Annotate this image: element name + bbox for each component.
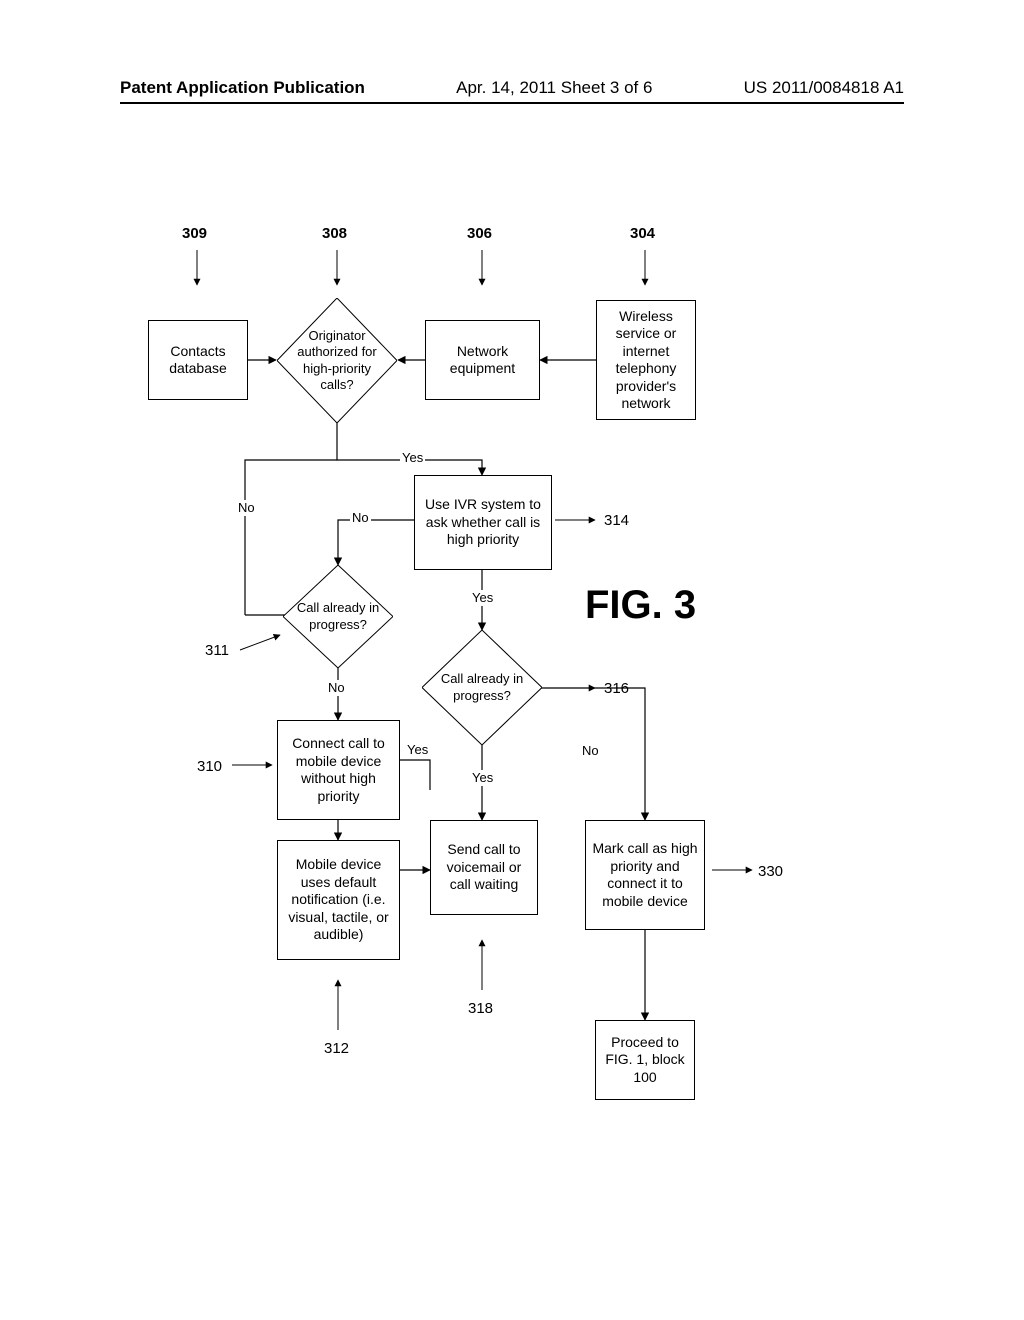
ref-310: 310 [197, 758, 222, 777]
ref-318: 318 [468, 1000, 493, 1019]
figure-title: FIG. 3 [585, 580, 696, 630]
edge-no-311: No [326, 680, 347, 696]
ref-311: 311 [205, 642, 229, 661]
node-ivr: Use IVR system to ask whether call is hi… [414, 475, 552, 570]
node-text: Call already in progress? [422, 671, 542, 704]
node-text: Mark call as high priority and connect i… [591, 840, 699, 910]
node-wireless-provider: Wireless service or internet telephony p… [596, 300, 696, 420]
header-doc-number: US 2011/0084818 A1 [744, 78, 904, 98]
node-text: Mobile device uses default notification … [283, 856, 394, 944]
header-rule [120, 102, 904, 104]
edge-yes-to-ivr: Yes [400, 450, 425, 466]
node-text: Originator authorized for high-priority … [277, 328, 397, 393]
ref-330: 330 [758, 863, 783, 882]
edge-yes-ivr: Yes [470, 590, 495, 606]
ref-308: 308 [322, 225, 347, 244]
node-originator-decision: Originator authorized for high-priority … [277, 298, 397, 423]
ref-306: 306 [467, 225, 492, 244]
header-date-sheet: Apr. 14, 2011 Sheet 3 of 6 [456, 78, 652, 98]
node-connect-no-high: Connect call to mobile device without hi… [277, 720, 400, 820]
node-text: Use IVR system to ask whether call is hi… [420, 496, 546, 549]
node-text: Connect call to mobile device without hi… [283, 735, 394, 805]
page: Patent Application Publication Apr. 14, … [0, 0, 1024, 1320]
edge-yes-connect: Yes [405, 742, 430, 758]
node-network-equipment: Network equipment [425, 320, 540, 400]
node-text: Network equipment [431, 343, 534, 378]
node-call-in-progress-316: Call already in progress? [422, 630, 542, 745]
node-mark-high-priority: Mark call as high priority and connect i… [585, 820, 705, 930]
edge-no-ivr: No [350, 510, 371, 526]
node-text: Call already in progress? [283, 600, 393, 633]
flowchart: 309 308 306 304 Contacts database Origin… [0, 170, 1024, 1270]
node-text: Contacts database [154, 343, 242, 378]
edge-no-left: No [236, 500, 257, 516]
edge-no-316: No [580, 743, 601, 759]
node-default-notif: Mobile device uses default notification … [277, 840, 400, 960]
node-contacts-database: Contacts database [148, 320, 248, 400]
ref-314: 314 [604, 512, 629, 531]
node-text: Proceed to FIG. 1, block 100 [601, 1034, 689, 1087]
ref-316: 316 [604, 680, 629, 699]
header-publication: Patent Application Publication [120, 78, 365, 98]
ref-304: 304 [630, 225, 655, 244]
node-voicemail: Send call to voicemail or call waiting [430, 820, 538, 915]
node-proceed: Proceed to FIG. 1, block 100 [595, 1020, 695, 1100]
node-call-in-progress-311: Call already in progress? [283, 565, 393, 668]
edge-yes-316: Yes [470, 770, 495, 786]
node-text: Wireless service or internet telephony p… [602, 308, 690, 413]
header: Patent Application Publication Apr. 14, … [0, 78, 1024, 98]
node-text: Send call to voicemail or call waiting [436, 841, 532, 894]
ref-312: 312 [324, 1040, 349, 1059]
ref-309: 309 [182, 225, 207, 244]
